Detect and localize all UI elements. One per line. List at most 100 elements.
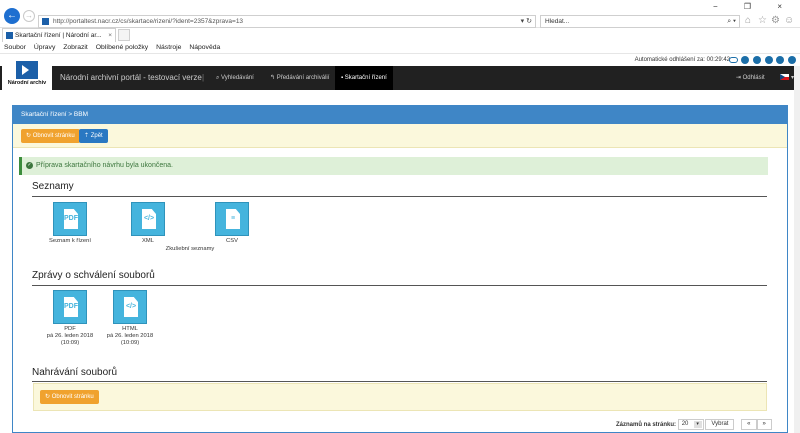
- refresh-icon[interactable]: ▾ ↻: [521, 16, 532, 27]
- html-icon: </>: [113, 290, 147, 324]
- favorites-icon[interactable]: ☆: [758, 15, 767, 27]
- czech-flag-icon[interactable]: [780, 74, 790, 81]
- file-time: (10:09): [120, 340, 140, 346]
- upload-toolbar: ↻ Obnovit stránku: [33, 383, 767, 411]
- file-label: XML: [142, 238, 154, 244]
- logo-text: Národní archiv: [7, 80, 47, 86]
- page-size-value: 20: [681, 421, 689, 427]
- file-label: HTML: [122, 326, 138, 332]
- file-time: (10:09): [60, 340, 80, 346]
- section-title-nahravani: Nahrávání souborů: [32, 367, 118, 378]
- sub-label-zkusebni: Zkušební seznamy: [165, 246, 215, 252]
- button-label: Obnovit stránku: [32, 133, 75, 139]
- file-label: PDF: [64, 326, 76, 332]
- browser-search-input[interactable]: Hledat... ⌕ ▾: [540, 15, 740, 28]
- url-field[interactable]: http://portaltest.nacr.cz/cs/skartace/ri…: [38, 15, 536, 28]
- menu-upravy[interactable]: Úpravy: [34, 44, 56, 51]
- browser-tab-row: Skartační řízení | Národní ar... ×: [0, 28, 800, 42]
- search-placeholder: Hledat...: [545, 18, 570, 25]
- reply-icon: ↰: [270, 75, 277, 81]
- mail-icon[interactable]: [741, 56, 750, 64]
- tab-favicon-icon: [6, 32, 13, 39]
- chat-icon[interactable]: [764, 56, 773, 64]
- menu-nastroje[interactable]: Nástroje: [156, 44, 181, 51]
- menu-zobrazit[interactable]: Zobrazit: [63, 44, 88, 51]
- section-title-zpravy: Zprávy o schválení souborů: [32, 270, 155, 281]
- logout-icon: ⇥: [735, 75, 743, 81]
- vertical-scrollbar[interactable]: [794, 66, 800, 433]
- pager: Záznamů na stránku: 20 ▾ Vybrat «»: [616, 419, 772, 431]
- section-divider: [32, 381, 767, 382]
- nav-vyhledavani[interactable]: ⌕ Vyhledávání: [210, 66, 260, 90]
- panel-toolbar: ↻ Obnovit stránku ⇡ Zpět: [13, 124, 787, 148]
- url-text: http://portaltest.nacr.cz/cs/skartace/ri…: [53, 18, 244, 25]
- refresh-icon: ↻: [26, 133, 33, 139]
- button-label: Obnovit stránku: [51, 394, 94, 400]
- menu-oblibene[interactable]: Oblíbené položky: [96, 44, 149, 51]
- refresh-page-button[interactable]: ↻ Obnovit stránku: [21, 129, 80, 143]
- file-date: pá 26. leden 2018: [46, 333, 94, 339]
- logout-timer: Automatické odhlášení za: 00:29:42: [634, 57, 730, 63]
- file-approval-pdf[interactable]: PDF PDF pá 26. leden 2018 (10:09): [42, 290, 98, 347]
- arrow-up-icon: ⇡: [84, 133, 91, 139]
- file-date: pá 26. leden 2018: [106, 333, 154, 339]
- browser-menu-bar: Soubor Úpravy Zobrazit Oblíbené položky …: [0, 42, 800, 54]
- file-label: CSV: [226, 238, 238, 244]
- info-icon[interactable]: [788, 56, 796, 64]
- page-size-select[interactable]: 20 ▾: [677, 419, 704, 430]
- button-label: Zpět: [90, 133, 103, 139]
- csv-icon: ≡: [215, 202, 249, 236]
- pdf-icon: PDF: [53, 202, 87, 236]
- menu-napoveda[interactable]: Nápověda: [189, 44, 220, 51]
- forward-button[interactable]: →: [23, 10, 35, 22]
- alert-text: Příprava skartačního návrhu byla ukončen…: [36, 162, 173, 169]
- smiley-feedback-icon[interactable]: ☺: [784, 15, 794, 27]
- upload-refresh-button[interactable]: ↻ Obnovit stránku: [40, 390, 99, 404]
- nav-skartacni-rizeni[interactable]: ▪ Skartační řízení: [335, 66, 393, 90]
- xml-icon: </>: [131, 202, 165, 236]
- pager-label: Záznamů na stránku:: [616, 422, 677, 429]
- file-approval-html[interactable]: </> HTML pá 26. leden 2018 (10:09): [102, 290, 158, 347]
- browser-tab[interactable]: Skartační řízení | Národní ar... ×: [2, 28, 116, 42]
- nav-label: Skartační řízení: [344, 75, 387, 81]
- menu-soubor[interactable]: Soubor: [4, 44, 26, 51]
- settings-gear-icon[interactable]: ⚙: [771, 15, 780, 27]
- back-button[interactable]: ⇡ Zpět: [79, 129, 108, 143]
- file-seznam-pdf[interactable]: PDF Seznam k řízení: [46, 202, 94, 245]
- file-xml[interactable]: </> XML: [124, 202, 172, 245]
- logo[interactable]: Národní archiv: [2, 58, 52, 90]
- file-label: Seznam k řízení: [49, 238, 91, 244]
- nav-predavani[interactable]: ↰ Předávání archiválií: [264, 66, 335, 90]
- toggle-icon[interactable]: [729, 57, 738, 63]
- check-circle-icon: ✓: [26, 161, 33, 169]
- file-csv[interactable]: ≡ CSV: [208, 202, 256, 245]
- next-page-button[interactable]: »: [756, 419, 772, 430]
- section-title-seznamy: Seznamy: [32, 181, 74, 192]
- logout-link[interactable]: Odhlásit: [743, 75, 765, 81]
- section-divider: [32, 285, 767, 286]
- select-button[interactable]: Vybrat: [705, 419, 735, 430]
- success-alert: ✓ Příprava skartačního návrhu byla ukonče…: [19, 157, 768, 175]
- nav-label: Vyhledávání: [221, 75, 254, 81]
- close-tab-icon[interactable]: ×: [108, 29, 112, 42]
- breadcrumb: Skartační řízení > BBM: [13, 106, 787, 124]
- tab-title: Skartační řízení | Národní ar...: [15, 32, 102, 39]
- notification-icon[interactable]: [752, 56, 761, 64]
- header-separator: |: [202, 73, 205, 82]
- browser-address-bar: ← → http://portaltest.nacr.cz/cs/skartac…: [0, 0, 800, 28]
- site-favicon-icon: [42, 18, 49, 25]
- new-tab-button[interactable]: [118, 29, 130, 41]
- site-info-bar: Automatické odhlášení za: 00:29:42: [0, 54, 800, 66]
- search-icon[interactable]: ⌕ ▾: [727, 16, 736, 27]
- refresh-icon: ↻: [45, 394, 52, 400]
- back-button[interactable]: ←: [4, 8, 20, 24]
- logo-mark-icon: [16, 61, 38, 79]
- home-icon[interactable]: ⌂: [745, 15, 751, 27]
- help-icon[interactable]: [776, 56, 785, 64]
- prev-page-button[interactable]: «: [741, 419, 757, 430]
- window-controls[interactable]: − ❐ ×: [713, 2, 794, 11]
- nav-label: Předávání archiválií: [276, 75, 330, 81]
- section-divider: [32, 196, 767, 197]
- chevron-down-icon: ▾: [693, 421, 702, 428]
- app-title[interactable]: Národní archivní portál - testovací verz…: [60, 66, 202, 90]
